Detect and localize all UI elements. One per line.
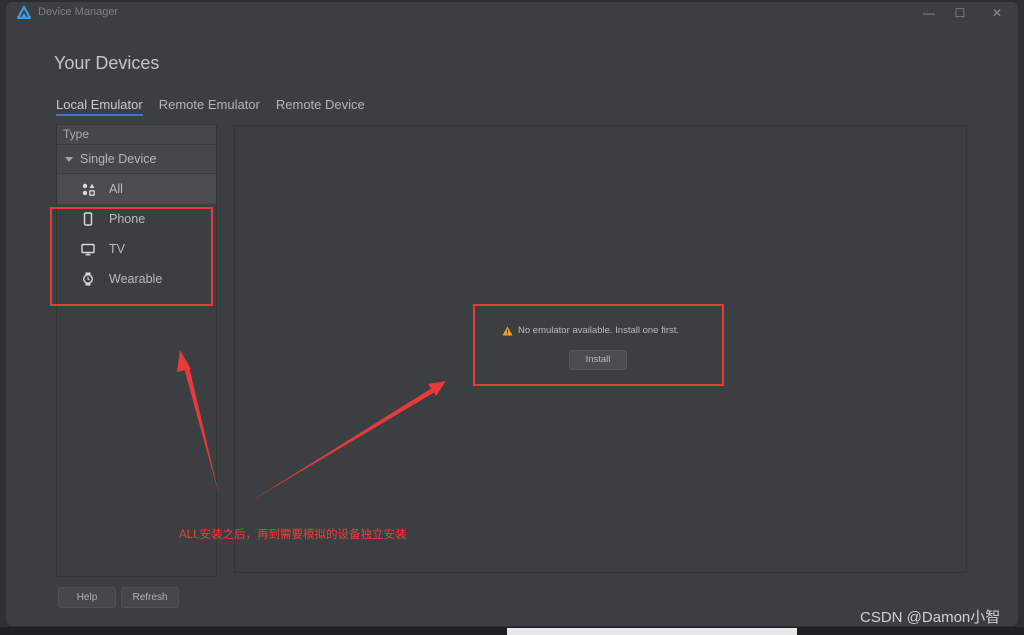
group-single-device[interactable]: Single Device	[57, 145, 216, 174]
watermark: CSDN @Damon小智	[860, 609, 1001, 626]
tab-remote-emulator[interactable]: Remote Emulator	[159, 97, 260, 116]
page-title: Your Devices	[54, 53, 160, 73]
sidebar-header: Type	[57, 125, 216, 145]
app-logo-icon	[17, 6, 31, 19]
group-label: Single Device	[80, 152, 157, 166]
title-bar: Device Manager — ☐ ✕	[6, 2, 1018, 24]
device-type-sidebar: Type Single Device All Phone TV Wearable	[56, 124, 217, 577]
annotation-text: ALL安装之后，再到需要模拟的设备独立安装	[179, 529, 407, 541]
close-button[interactable]: ✕	[986, 4, 1008, 22]
refresh-button[interactable]: Refresh	[121, 587, 179, 608]
annotation-box-device-types	[50, 207, 213, 306]
tab-local-emulator[interactable]: Local Emulator	[56, 97, 143, 116]
tab-bar: Local Emulator Remote Emulator Remote De…	[56, 97, 365, 116]
background-ide-bottom-panel	[507, 628, 797, 635]
caret-down-icon	[65, 156, 73, 162]
sidebar-item-all[interactable]: All	[57, 174, 216, 204]
tab-remote-device[interactable]: Remote Device	[276, 97, 365, 116]
annotation-box-install	[473, 304, 724, 386]
sidebar-item-label: All	[109, 182, 123, 196]
help-button[interactable]: Help	[58, 587, 116, 608]
window-title: Device Manager	[38, 6, 119, 18]
maximize-button[interactable]: ☐	[949, 4, 971, 22]
apps-grid-icon	[81, 182, 95, 196]
background-ide-right-strip	[1018, 0, 1024, 635]
minimize-button[interactable]: —	[918, 4, 940, 22]
